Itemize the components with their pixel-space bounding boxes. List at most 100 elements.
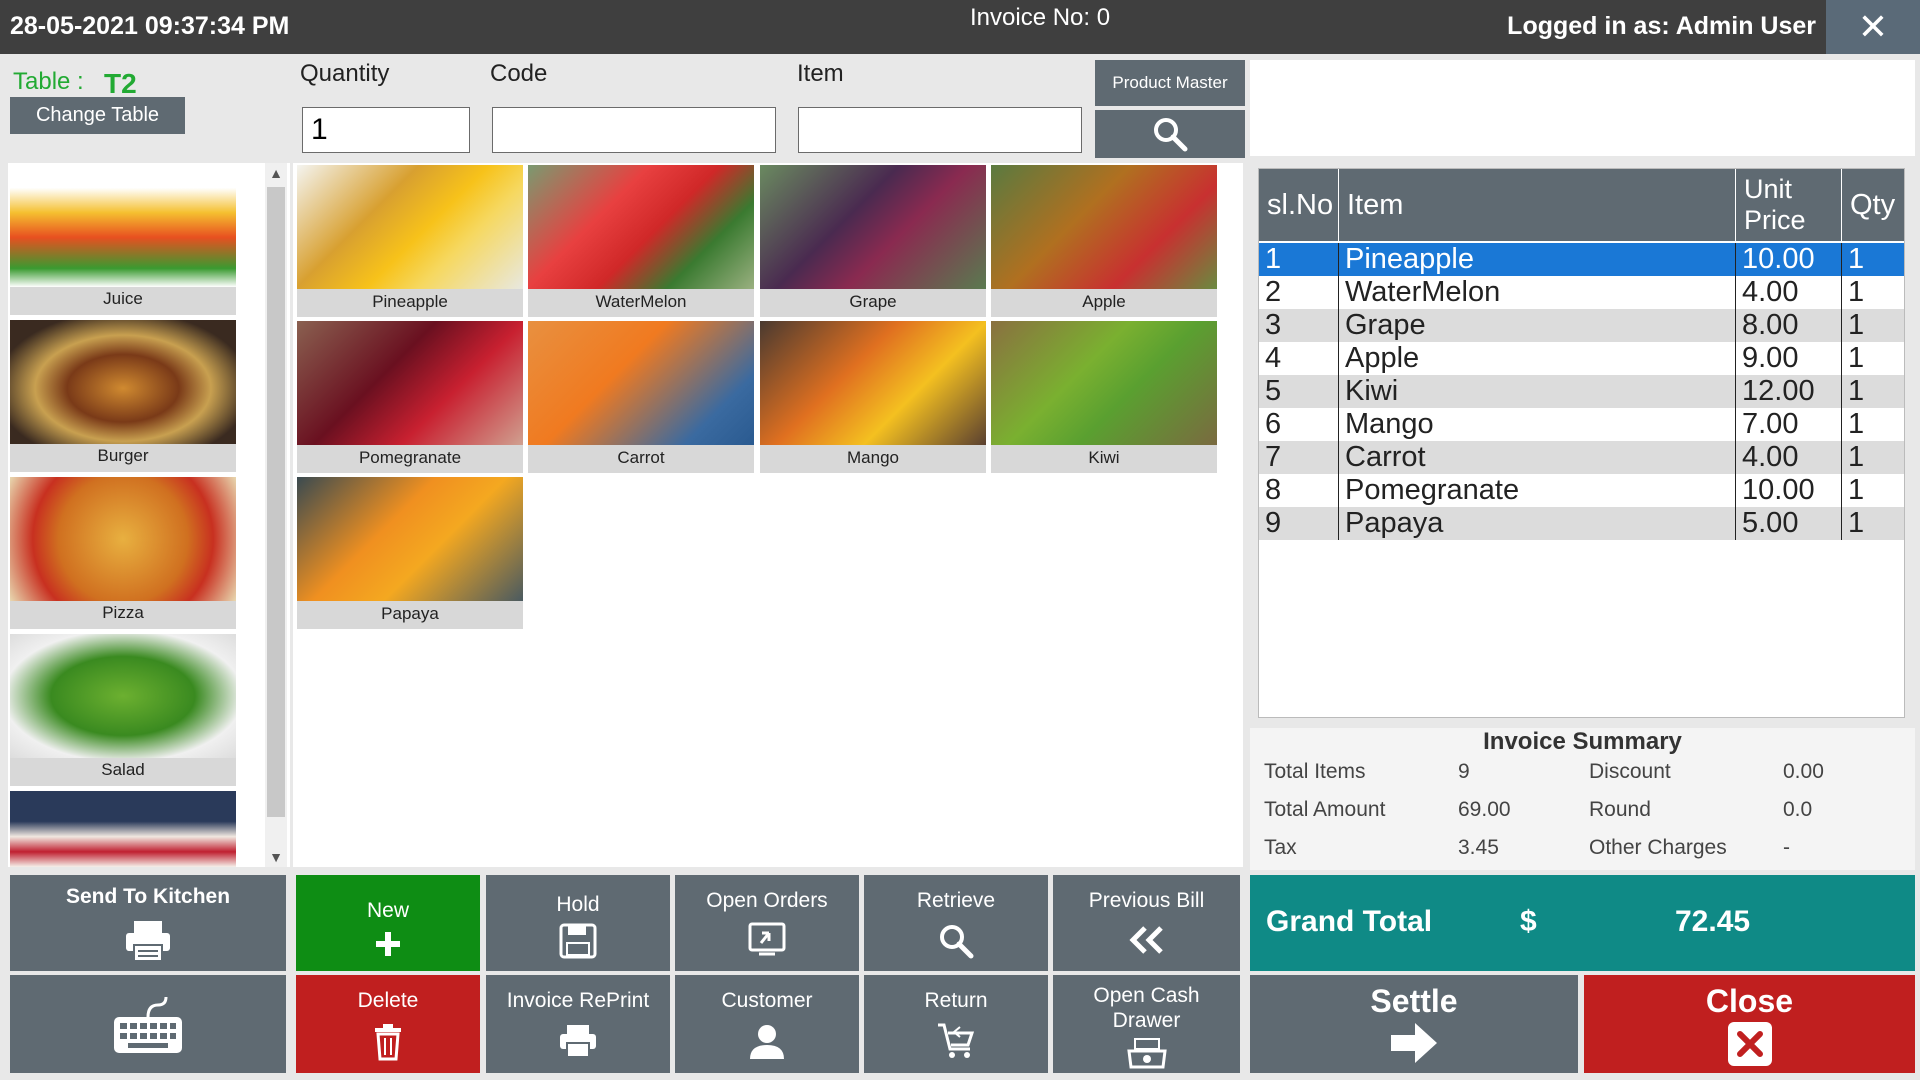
title-bar: 28-05-2021 09:37:34 PM Invoice No: 0 Log… — [0, 0, 1920, 54]
category-item-juice[interactable]: Juice — [10, 163, 236, 315]
cash-drawer-icon — [1126, 1038, 1167, 1069]
product-tile-pomegranate[interactable]: Pomegranate — [297, 321, 523, 473]
cell-item: WaterMelon — [1339, 276, 1736, 309]
table-row[interactable]: 8 Pomegranate 10.00 1 — [1259, 474, 1904, 507]
button-label: Retrieve — [916, 889, 996, 912]
category-label: Salad — [101, 760, 145, 779]
watermelon-image — [528, 165, 754, 289]
table-row[interactable]: 9 Papaya 5.00 1 — [1259, 507, 1904, 540]
retrieve-button[interactable]: Retrieve — [864, 875, 1048, 971]
new-button[interactable]: New — [296, 875, 480, 971]
close-icon — [1727, 1022, 1772, 1066]
discount-label: Discount — [1589, 760, 1671, 783]
scroll-down-icon[interactable]: ▼ — [265, 849, 287, 865]
apple-image — [991, 165, 1217, 289]
code-input[interactable] — [492, 107, 776, 153]
kiwi-image — [991, 321, 1217, 445]
scroll-up-icon[interactable]: ▲ — [265, 165, 287, 181]
category-item-salad[interactable]: Salad — [10, 634, 236, 786]
button-label: Open Cash Drawer — [1093, 984, 1200, 1032]
cell-item: Mango — [1339, 408, 1736, 441]
cell-qty: 1 — [1848, 243, 1865, 275]
category-item-pizza[interactable]: Pizza — [10, 477, 236, 629]
cell-item: Kiwi — [1339, 375, 1736, 408]
product-tile-carrot[interactable]: Carrot — [528, 321, 754, 473]
table-row[interactable]: 5 Kiwi 12.00 1 — [1259, 375, 1904, 408]
cell-price: 4.00 — [1736, 276, 1842, 309]
button-label: Previous Bill — [1088, 889, 1205, 912]
cell-item: Carrot — [1339, 441, 1736, 474]
grand-total-label: Grand Total — [1266, 905, 1433, 938]
previous-bill-button[interactable]: Previous Bill — [1053, 875, 1240, 971]
open-cash-drawer-button[interactable]: Open Cash Drawer — [1053, 975, 1240, 1073]
product-master-button[interactable]: Product Master — [1095, 60, 1245, 106]
column-header-item[interactable]: Item — [1339, 169, 1736, 241]
datetime-display: 28-05-2021 09:37:34 PM — [10, 12, 290, 40]
search-button[interactable] — [1095, 110, 1245, 158]
hold-button[interactable]: Hold — [486, 875, 670, 971]
product-tile-grape[interactable]: Grape — [760, 165, 986, 317]
button-label: Close — [1705, 983, 1794, 1019]
cell-item: Grape — [1339, 309, 1736, 342]
column-header-slno[interactable]: sl.No — [1259, 169, 1339, 241]
category-item-dessert[interactable] — [10, 791, 236, 867]
summary-title: Invoice Summary — [1483, 728, 1682, 755]
tax-label: Tax — [1264, 836, 1297, 859]
close-window-button[interactable]: ✕ — [1826, 0, 1920, 54]
table-row[interactable]: 4 Apple 9.00 1 — [1259, 342, 1904, 375]
table-row[interactable]: 1 Pineapple 10.00 1 — [1259, 243, 1904, 276]
item-input[interactable] — [798, 107, 1082, 153]
table-row[interactable]: 2 WaterMelon 4.00 1 — [1259, 276, 1904, 309]
product-tile-pineapple[interactable]: Pineapple — [297, 165, 523, 317]
product-tile-apple[interactable]: Apple — [991, 165, 1217, 317]
mango-image — [760, 321, 986, 445]
currency-symbol: $ — [1520, 905, 1537, 938]
column-header-unit-price[interactable]: Unit Price — [1736, 169, 1842, 241]
close-icon: ✕ — [1857, 6, 1889, 47]
invoice-number: Invoice No: 0 — [970, 4, 1111, 31]
category-label: Burger — [97, 446, 149, 465]
table-row[interactable]: 3 Grape 8.00 1 — [1259, 309, 1904, 342]
category-scrollbar[interactable]: ▲ ▼ — [265, 163, 287, 867]
pizza-image — [10, 477, 236, 601]
save-icon — [559, 923, 597, 959]
table-row[interactable]: 6 Mango 7.00 1 — [1259, 408, 1904, 441]
button-label: Delete — [357, 989, 419, 1012]
total-items-label: Total Items — [1264, 760, 1366, 783]
customer-button[interactable]: Customer — [675, 975, 859, 1073]
total-amount-value: 69.00 — [1458, 798, 1511, 821]
product-tile-kiwi[interactable]: Kiwi — [991, 321, 1217, 473]
product-tile-mango[interactable]: Mango — [760, 321, 986, 473]
delete-button[interactable]: Delete — [296, 975, 480, 1073]
item-label: Item — [797, 60, 844, 87]
salad-image — [10, 634, 236, 758]
keyboard-button[interactable] — [10, 975, 286, 1073]
invoice-summary: Invoice Summary Total Items 9 Total Amou… — [1250, 728, 1915, 870]
table-row[interactable]: 7 Carrot 4.00 1 — [1259, 441, 1904, 474]
invoice-reprint-button[interactable]: Invoice RePrint — [486, 975, 670, 1073]
trash-icon — [375, 1024, 401, 1061]
open-orders-button[interactable]: Open Orders — [675, 875, 859, 971]
product-label: WaterMelon — [595, 292, 687, 311]
close-button[interactable]: Close — [1584, 975, 1915, 1073]
settle-button[interactable]: Settle — [1250, 975, 1578, 1073]
button-label: Open Orders — [706, 889, 828, 912]
cell-item: Pomegranate — [1339, 474, 1736, 507]
grand-total-value: 72.45 — [1675, 905, 1751, 938]
quantity-input[interactable] — [302, 107, 470, 153]
change-table-button[interactable]: Change Table — [10, 97, 185, 134]
product-tile-watermelon[interactable]: WaterMelon — [528, 165, 754, 317]
cart-return-icon — [938, 1023, 975, 1058]
category-label: Pizza — [102, 603, 144, 622]
scroll-thumb[interactable] — [267, 187, 285, 817]
product-tile-papaya[interactable]: Papaya — [297, 477, 523, 629]
product-label: Papaya — [381, 604, 439, 623]
send-to-kitchen-button[interactable]: Send To Kitchen — [10, 875, 286, 971]
return-button[interactable]: Return — [864, 975, 1048, 1073]
pineapple-image — [297, 165, 523, 289]
category-item-burger[interactable]: Burger — [10, 320, 236, 472]
column-header-qty[interactable]: Qty — [1842, 169, 1904, 241]
search-icon — [940, 925, 974, 959]
cell-slno: 8 — [1259, 474, 1339, 507]
code-label: Code — [490, 60, 548, 87]
